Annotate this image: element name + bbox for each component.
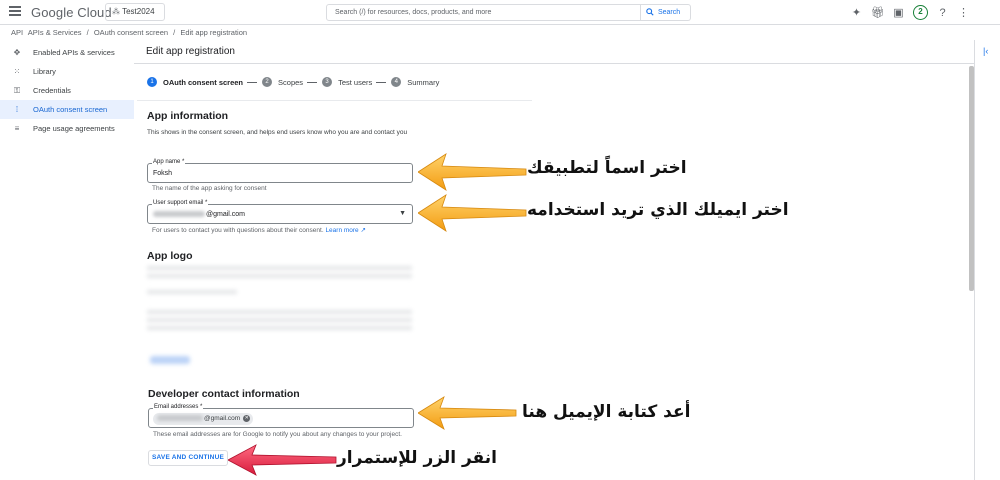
chevron-down-icon: ▼ — [399, 210, 406, 217]
step-connector — [247, 81, 258, 83]
right-panel-divider — [974, 40, 975, 480]
step-number: 2 — [262, 77, 273, 87]
app-information-heading: App information — [147, 110, 229, 122]
project-name: Test2024 — [122, 7, 155, 16]
app-logo-heading: App logo — [147, 250, 193, 262]
app-name-value: Foksh — [153, 170, 173, 177]
sparkle-icon[interactable]: ✦ — [850, 6, 863, 19]
app-name-label: App name * — [152, 159, 186, 165]
breadcrumb-page[interactable]: OAuth consent screen — [94, 28, 168, 37]
project-icon: ⁂ — [112, 7, 120, 16]
email-chip-domain: @gmail.com — [204, 415, 241, 422]
top-icons: ✦ 🎁︎ ▣ 2 ? ⋮ — [850, 5, 970, 20]
annotation-arrow-icon — [228, 444, 337, 476]
external-link-icon: ↗ — [358, 227, 366, 234]
gift-icon[interactable]: 🎁︎ — [871, 6, 885, 19]
user-support-email-value: @gmail.com — [153, 211, 245, 218]
sidebar-item-enabled-apis[interactable]: ✥ Enabled APIs & services — [0, 43, 134, 62]
consent-icon: ⁞ — [15, 105, 19, 114]
user-support-email-helper: For users to contact you with questions … — [152, 226, 366, 235]
app-name-field[interactable]: App name * Foksh — [147, 159, 413, 183]
breadcrumb-separator: / — [86, 28, 89, 37]
email-helper-text: For users to contact you with questions … — [152, 227, 324, 234]
step-number: 4 — [391, 77, 402, 87]
app-name-helper: The name of the app asking for consent — [152, 185, 267, 192]
sidebar-item-credentials[interactable]: ⚿ Credentials — [0, 81, 134, 100]
collapse-panel-icon[interactable]: |‹ — [983, 46, 988, 56]
annotation-arrow-icon — [418, 153, 527, 191]
logo-notice-blurred — [147, 310, 412, 334]
step-scopes[interactable]: Scopes — [278, 78, 303, 87]
annotation-email: اختر ايميلك الذي تريد استخدامه — [527, 200, 789, 220]
sidebar-item-label: Page usage agreements — [33, 124, 115, 133]
user-support-email-select[interactable]: User support email * @gmail.com ▼ — [147, 200, 413, 224]
terminal-icon[interactable]: ▣ — [892, 6, 905, 19]
redacted-email — [157, 415, 203, 422]
step-connector — [376, 81, 387, 83]
stepper: 1 OAuth consent screen 2 Scopes 3 Test u… — [147, 77, 443, 87]
search-button[interactable]: Search — [641, 4, 691, 21]
sidebar-item-label: Enabled APIs & services — [33, 48, 115, 57]
more-vert-icon[interactable]: ⋮ — [957, 6, 970, 19]
search-button-label: Search — [657, 9, 681, 16]
logo-text: Google Cloud — [31, 5, 112, 20]
page-title: Edit app registration — [146, 46, 235, 57]
step-number: 1 — [147, 77, 157, 87]
main-header: Edit app registration — [134, 40, 974, 64]
sidebar-item-library[interactable]: ⁙ Library — [0, 62, 134, 81]
annotation-developer-email: أعد كتابة الإيميل هنا — [522, 402, 691, 422]
step-oauth-consent[interactable]: OAuth consent screen — [163, 78, 243, 87]
api-icon: ✥ — [13, 48, 21, 57]
help-icon[interactable]: ? — [936, 7, 949, 19]
project-picker-button[interactable]: ⁂ Test2024 — [105, 3, 165, 21]
sidebar-item-label: Credentials — [33, 86, 71, 95]
breadcrumb-separator: / — [173, 28, 176, 37]
step-connector — [307, 81, 318, 83]
step-summary[interactable]: Summary — [407, 78, 439, 87]
email-chip[interactable]: @gmail.com ✕ — [153, 413, 254, 425]
sidebar-item-page-usage[interactable]: ≡ Page usage agreements — [0, 119, 134, 138]
notifications-badge[interactable]: 2 — [913, 5, 928, 20]
breadcrumb: API APIs & Services / OAuth consent scre… — [11, 28, 250, 37]
search-icon — [646, 8, 654, 16]
developer-email-label: Email addresses * — [153, 404, 204, 410]
key-icon: ⚿ — [13, 86, 21, 95]
logo-upload-blurred — [147, 290, 237, 296]
sidebar-item-label: Library — [33, 67, 56, 76]
api-badge-icon: API — [11, 28, 24, 37]
hamburger-menu-icon[interactable] — [9, 6, 21, 18]
annotation-arrow-icon — [418, 194, 527, 232]
step-test-users[interactable]: Test users — [338, 78, 372, 87]
learn-more-link[interactable]: Learn more — [325, 227, 358, 234]
annotation-save: انقر الزر للإستمرار — [337, 448, 497, 468]
developer-email-helper: These email addresses are for Google to … — [153, 431, 402, 438]
breadcrumb-section[interactable]: APIs & Services — [28, 28, 82, 37]
annotation-app-name: اختر اسماً لتطبيقك — [527, 158, 687, 178]
sidebar: ✥ Enabled APIs & services ⁙ Library ⚿ Cr… — [0, 43, 134, 138]
top-bar: Google Cloud ⁂ Test2024 Search (/) for r… — [0, 0, 1000, 25]
app-logo-description-blurred — [147, 266, 412, 282]
email-domain: @gmail.com — [206, 211, 246, 218]
scrollbar[interactable] — [969, 66, 974, 291]
app-information-description: This shows in the consent screen, and he… — [147, 129, 408, 136]
search-input[interactable]: Search (/) for resources, docs, products… — [326, 4, 641, 21]
annotation-arrow-icon — [418, 396, 517, 430]
user-support-email-label: User support email * — [152, 200, 209, 206]
developer-contact-heading: Developer contact information — [148, 388, 300, 400]
google-cloud-logo[interactable]: Google Cloud — [31, 5, 112, 20]
sidebar-item-label: OAuth consent screen — [33, 105, 108, 114]
search-placeholder: Search (/) for resources, docs, products… — [335, 9, 492, 16]
redacted-email — [153, 211, 205, 218]
save-and-continue-button[interactable]: SAVE AND CONTINUE — [148, 450, 228, 466]
sidebar-item-oauth-consent[interactable]: ⁞ OAuth consent screen — [0, 100, 134, 119]
breadcrumb-current: Edit app registration — [180, 28, 248, 37]
remove-chip-icon[interactable]: ✕ — [243, 414, 251, 422]
library-icon: ⁙ — [13, 67, 21, 76]
logo-upload-button-blurred — [150, 356, 190, 364]
step-number: 3 — [322, 77, 333, 87]
agreements-icon: ≡ — [14, 124, 20, 133]
developer-email-field[interactable]: Email addresses * @gmail.com ✕ — [148, 404, 414, 428]
stepper-divider — [137, 100, 532, 101]
